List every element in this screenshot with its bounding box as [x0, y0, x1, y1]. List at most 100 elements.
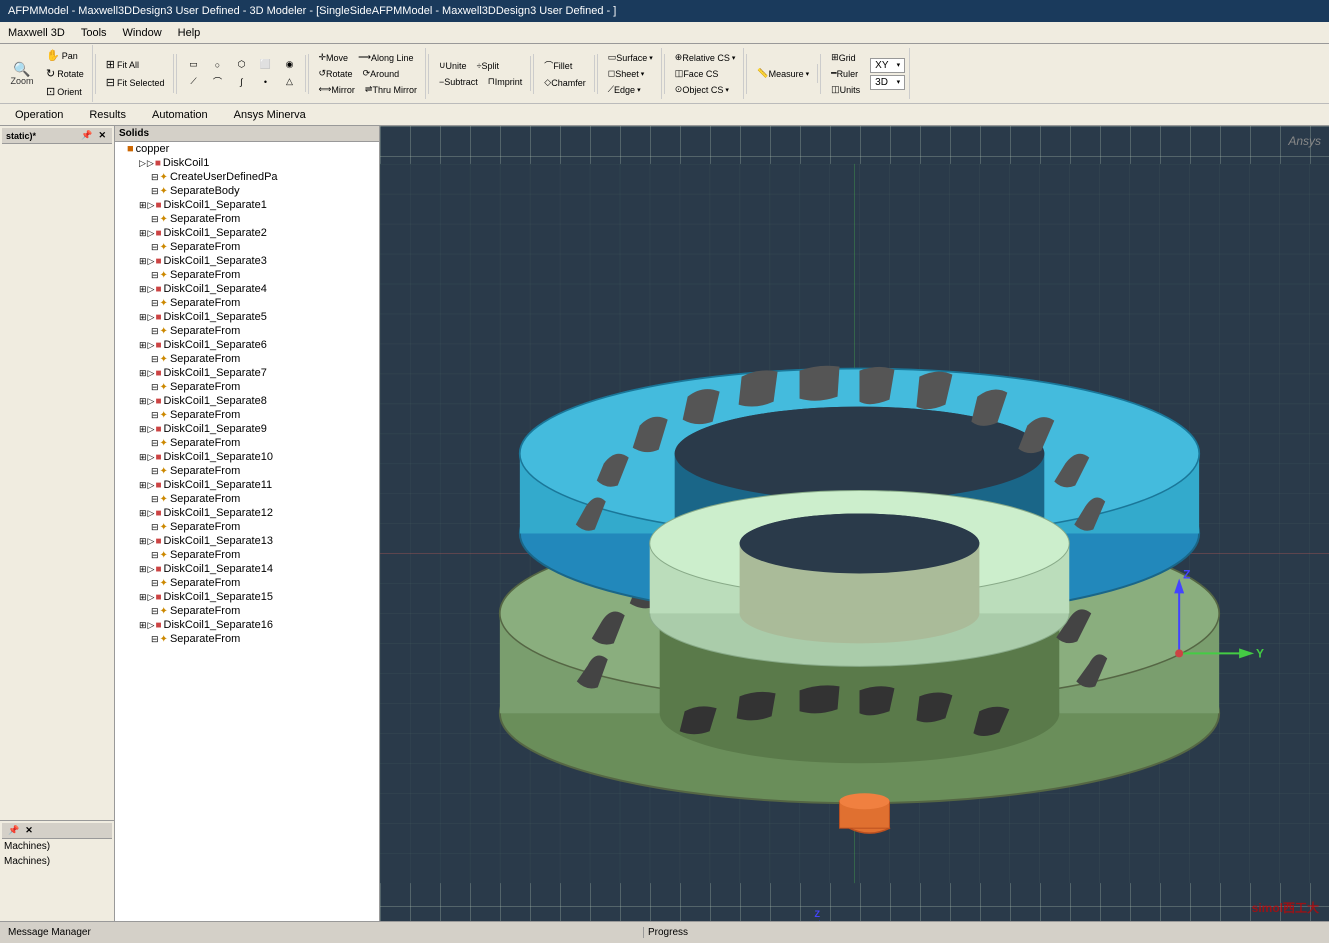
move-button[interactable]: ✛ Move: [315, 50, 353, 65]
panel-pin2[interactable]: 📌: [6, 825, 21, 836]
chamfer-button[interactable]: ◇ Chamfer: [540, 75, 589, 90]
tree-item-SeparateFrom2[interactable]: ⊟✦SeparateFrom: [115, 240, 379, 254]
tree-item-DiskCoil1_Separate1[interactable]: ⊞▷■DiskCoil1_Separate1: [115, 198, 379, 212]
around-axis-button[interactable]: ⟳ Around: [359, 66, 404, 81]
transform-row1: ✛ Move ⟶ Along Line: [315, 50, 421, 65]
tree-item-SeparateBody[interactable]: ⊟✦SeparateBody: [115, 184, 379, 198]
left-top-header: static)* 📌 ✕: [2, 128, 112, 144]
unite-button[interactable]: ∪ Unite: [435, 58, 471, 73]
line-button[interactable]: ⟋: [183, 74, 205, 89]
panel-pin[interactable]: 📌: [79, 130, 94, 141]
cs-section: ⊕ Relative CS ▾ ◫ Face CS ⊙ Object CS ▾: [667, 48, 745, 99]
menu-maxwell3d[interactable]: Maxwell 3D: [0, 25, 73, 41]
poly-button[interactable]: ⬡: [231, 57, 253, 72]
tree-item-DiskCoil1_Separate9[interactable]: ⊞▷■DiskCoil1_Separate9: [115, 422, 379, 436]
surface-dropdown[interactable]: ▭ Surface ▾: [604, 50, 657, 65]
object-cs-button[interactable]: ⊙ Object CS ▾: [671, 82, 740, 97]
tree-item-DiskCoil1_Separate6[interactable]: ⊞▷■DiskCoil1_Separate6: [115, 338, 379, 352]
zoom-button[interactable]: 🔍 Zoom: [4, 59, 40, 89]
rotate2-button[interactable]: ↺ Rotate: [315, 66, 357, 81]
panel-close2[interactable]: ✕: [23, 825, 35, 836]
tree-item-DiskCoil1_Separate5[interactable]: ⊞▷■DiskCoil1_Separate5: [115, 310, 379, 324]
tree-item-SeparateFrom9[interactable]: ⊟✦SeparateFrom: [115, 436, 379, 450]
spline-button[interactable]: ∫: [231, 75, 253, 89]
tree-item-DiskCoil1[interactable]: ▷▷■DiskCoil1: [115, 156, 379, 170]
rect-button[interactable]: ▭: [183, 57, 205, 72]
tree-item-SeparateFrom8[interactable]: ⊟✦SeparateFrom: [115, 408, 379, 422]
tree-item-DiskCoil1_Separate10[interactable]: ⊞▷■DiskCoil1_Separate10: [115, 450, 379, 464]
imprint-button[interactable]: ⊓ Imprint: [484, 74, 527, 89]
thru-mirror-button[interactable]: ⇌ Thru Mirror: [361, 82, 421, 97]
tree-item-DiskCoil1_Separate15[interactable]: ⊞▷■DiskCoil1_Separate15: [115, 590, 379, 604]
grid-icon: ⊞: [831, 52, 839, 63]
split-button[interactable]: ÷ Split: [473, 59, 503, 73]
tree-item-SeparateFrom3[interactable]: ⊟✦SeparateFrom: [115, 268, 379, 282]
rotate-button[interactable]: ↻ Rotate: [42, 65, 88, 82]
relative-cs-arrow: ▾: [732, 54, 736, 62]
along-line-button[interactable]: ⟶ Along Line: [354, 50, 417, 65]
pan-button[interactable]: ✋ Pan: [42, 47, 88, 64]
menu-tools[interactable]: Tools: [73, 25, 115, 41]
circle-button[interactable]: ○: [207, 58, 229, 72]
tree-item-DiskCoil1_Separate4[interactable]: ⊞▷■DiskCoil1_Separate4: [115, 282, 379, 296]
tree-item-label: SeparateFrom: [170, 437, 240, 449]
tree-item-copper[interactable]: ■copper: [115, 142, 379, 156]
tree-item-SeparateFrom7[interactable]: ⊟✦SeparateFrom: [115, 380, 379, 394]
sheet-dropdown[interactable]: ◻ Sheet ▾: [604, 66, 657, 81]
tab-ansys-minerva[interactable]: Ansys Minerva: [223, 106, 317, 124]
tree-item-SeparateFrom16[interactable]: ⊟✦SeparateFrom: [115, 632, 379, 646]
object-cs-icon: ⊙: [675, 84, 683, 95]
tree-item-SeparateFrom6[interactable]: ⊟✦SeparateFrom: [115, 352, 379, 366]
point-button[interactable]: •: [255, 75, 277, 89]
grid-button[interactable]: ⊞ Grid: [827, 50, 864, 65]
tree-item-DiskCoil1_Separate2[interactable]: ⊞▷■DiskCoil1_Separate2: [115, 226, 379, 240]
ruler-button[interactable]: ━ Ruler: [827, 66, 864, 81]
face-cs-button[interactable]: ◫ Face CS: [671, 66, 740, 81]
tree-item-DiskCoil1_Separate16[interactable]: ⊞▷■DiskCoil1_Separate16: [115, 618, 379, 632]
tree-item-DiskCoil1_Separate13[interactable]: ⊞▷■DiskCoil1_Separate13: [115, 534, 379, 548]
tree-item-SeparateFrom10[interactable]: ⊟✦SeparateFrom: [115, 464, 379, 478]
tree-item-SeparateFrom15[interactable]: ⊟✦SeparateFrom: [115, 604, 379, 618]
fit-selected-button[interactable]: ⊟ Fit Selected: [102, 74, 169, 91]
tree-item-SeparateFrom13[interactable]: ⊟✦SeparateFrom: [115, 548, 379, 562]
tree-item-SeparateFrom1[interactable]: ⊟✦SeparateFrom: [115, 212, 379, 226]
fillet-button[interactable]: ⌒ Fillet: [540, 57, 589, 74]
zoom-label: Zoom: [10, 76, 33, 86]
arc-icon: ⌒: [213, 75, 222, 88]
subtract-label: Subtract: [444, 77, 478, 87]
relative-cs-dropdown[interactable]: ⊕ Relative CS ▾: [671, 50, 740, 65]
tree-item-SeparateFrom5[interactable]: ⊟✦SeparateFrom: [115, 324, 379, 338]
arc-button[interactable]: ⌒: [207, 73, 229, 90]
tree-item-SeparateFrom11[interactable]: ⊟✦SeparateFrom: [115, 492, 379, 506]
units-button[interactable]: ◫ Units: [827, 82, 864, 97]
plane-combo[interactable]: XY ▾: [870, 58, 905, 73]
tab-operation[interactable]: Operation: [4, 106, 74, 124]
menu-help[interactable]: Help: [170, 25, 209, 41]
viewport[interactable]: Ansys: [380, 126, 1329, 921]
tree-item-SeparateFrom4[interactable]: ⊟✦SeparateFrom: [115, 296, 379, 310]
tree-item-DiskCoil1_Separate14[interactable]: ⊞▷■DiskCoil1_Separate14: [115, 562, 379, 576]
tab-automation[interactable]: Automation: [141, 106, 219, 124]
tree-item-CreateUserDefinedPa[interactable]: ⊟✦CreateUserDefinedPa: [115, 170, 379, 184]
tree-item-SeparateFrom14[interactable]: ⊟✦SeparateFrom: [115, 576, 379, 590]
tree-item-DiskCoil1_Separate8[interactable]: ⊞▷■DiskCoil1_Separate8: [115, 394, 379, 408]
tab-results[interactable]: Results: [78, 106, 137, 124]
sphere-button[interactable]: ◉: [279, 57, 301, 72]
menu-window[interactable]: Window: [115, 25, 170, 41]
mirror-button[interactable]: ⟺ Mirror: [315, 82, 359, 97]
box3d-button[interactable]: ⬜: [255, 57, 277, 72]
tree-item-DiskCoil1_Separate12[interactable]: ⊞▷■DiskCoil1_Separate12: [115, 506, 379, 520]
tree-item-DiskCoil1_Separate7[interactable]: ⊞▷■DiskCoil1_Separate7: [115, 366, 379, 380]
dim-combo[interactable]: 3D ▾: [870, 75, 905, 90]
measure-dropdown[interactable]: 📏 Measure ▾: [753, 66, 813, 81]
edge-dropdown[interactable]: ⟋ Edge ▾: [604, 82, 657, 97]
cone-button[interactable]: △: [279, 74, 301, 89]
tree-item-DiskCoil1_Separate11[interactable]: ⊞▷■DiskCoil1_Separate11: [115, 478, 379, 492]
fit-all-button[interactable]: ⊞ Fit All: [102, 56, 169, 73]
measure-section: 📏 Measure ▾: [749, 64, 818, 83]
tree-item-DiskCoil1_Separate3[interactable]: ⊞▷■DiskCoil1_Separate3: [115, 254, 379, 268]
orient-button[interactable]: ⊡ Orient: [42, 83, 88, 100]
subtract-button[interactable]: − Subtract: [435, 75, 482, 89]
tree-item-SeparateFrom12[interactable]: ⊟✦SeparateFrom: [115, 520, 379, 534]
panel-close[interactable]: ✕: [96, 130, 108, 141]
